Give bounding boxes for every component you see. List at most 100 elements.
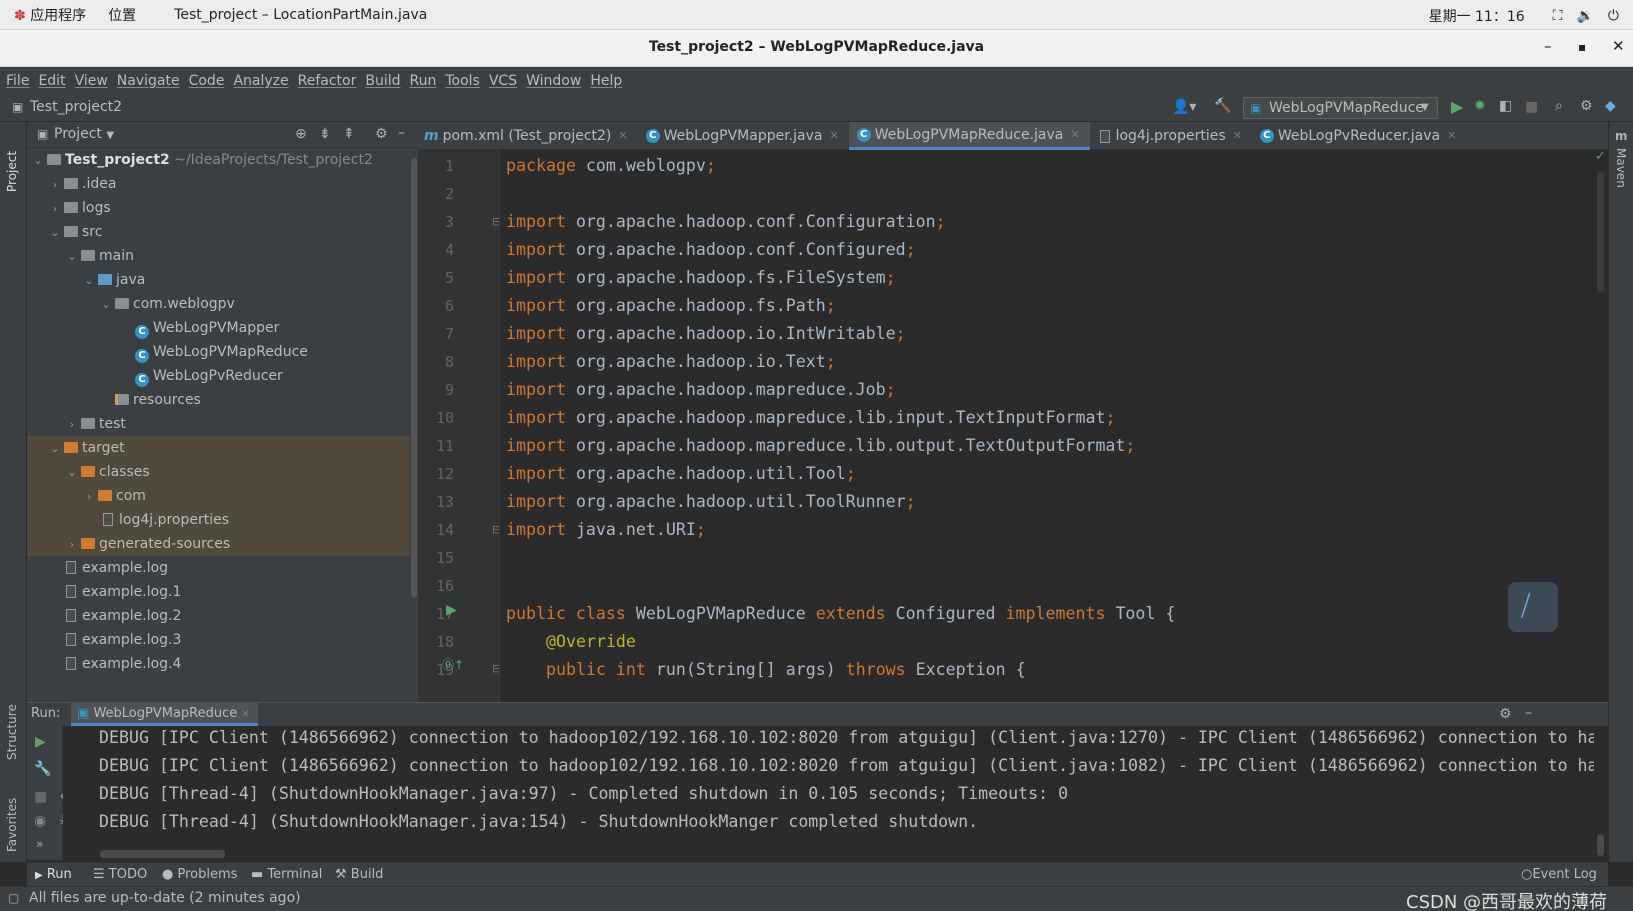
build-hammer-icon[interactable]: 🔨	[1214, 99, 1231, 113]
tab-pom[interactable]: m pom.xml (Test_project2) ✕	[418, 122, 638, 150]
search-icon[interactable]: ⌕	[1555, 99, 1563, 113]
fold-icon[interactable]: ⊟	[492, 524, 499, 535]
tree-item-generated-sources[interactable]: › generated-sources	[27, 532, 417, 556]
settings-gear-icon[interactable]: ⚙	[1580, 99, 1593, 113]
places-menu[interactable]: 位置	[108, 5, 136, 25]
tree-item-log-file[interactable]: example.log	[27, 556, 417, 580]
console-vscroll-thumb[interactable]	[1597, 834, 1604, 856]
tree-item-resources[interactable]: resources	[27, 388, 417, 412]
power-icon[interactable]: ⏻	[1608, 8, 1619, 24]
menu-build[interactable]: Build	[365, 73, 400, 89]
tree-item-log4j[interactable]: log4j.properties	[27, 508, 417, 532]
inspection-ok-icon[interactable]: ✓	[1595, 150, 1606, 163]
user-icon[interactable]: 👤▾	[1172, 100, 1196, 114]
tree-item-class[interactable]: C WebLogPVMapper	[27, 316, 417, 340]
tree-item-java[interactable]: ⌄ java	[27, 268, 417, 292]
code-editor[interactable]: package com.weblogpv; import org.apache.…	[500, 150, 1594, 702]
tree-item-test[interactable]: › test	[27, 412, 417, 436]
console-hscrollbar[interactable]	[63, 850, 1594, 862]
tree-item-idea[interactable]: › .idea	[27, 172, 417, 196]
tree-item-log-file[interactable]: example.log.2	[27, 604, 417, 628]
tree-item-target[interactable]: ⌄ target	[27, 436, 417, 460]
menu-refactor[interactable]: Refactor	[298, 73, 357, 89]
debug-icon[interactable]: ✹	[1474, 99, 1486, 113]
network-icon[interactable]: ⛶	[1553, 8, 1563, 24]
close-tab-icon[interactable]: ✕	[1070, 121, 1079, 149]
camera-icon[interactable]: ◉	[34, 814, 46, 828]
tree-item-class[interactable]: C WebLogPVMapReduce	[27, 340, 417, 364]
run-tab[interactable]: ▣ WebLogPVMapReduce ✕	[71, 703, 258, 726]
tree-item-classes[interactable]: ⌄ classes	[27, 460, 417, 484]
tree-item-main[interactable]: ⌄ main	[27, 244, 417, 268]
tab-reducer[interactable]: C WebLogPvReducer.java ✕	[1252, 122, 1467, 150]
tree-item-src[interactable]: ⌄ src	[27, 220, 417, 244]
run-gutter-icon[interactable]: ▶	[446, 603, 457, 617]
floating-widget[interactable]: ⧸	[1508, 582, 1558, 632]
fold-icon[interactable]: ⊟	[492, 216, 499, 227]
tool-tab-problems[interactable]: ● Problems	[162, 867, 237, 882]
stop-icon[interactable]: ■	[1525, 100, 1538, 114]
override-gutter-icon[interactable]: ⓪↑	[442, 659, 464, 671]
status-panel-icon[interactable]: ▢	[8, 892, 19, 904]
plugin-icon[interactable]: ◆	[1605, 99, 1616, 113]
menu-run[interactable]: Run	[410, 73, 437, 89]
maven-tool-tab[interactable]: Maven	[1614, 148, 1628, 193]
tree-item-project-root[interactable]: ⌄ Test_project2 ~/IdeaProjects/Test_proje…	[27, 148, 417, 172]
stop-icon[interactable]: ■	[34, 790, 47, 804]
rerun-icon[interactable]: ▶	[35, 735, 46, 749]
fold-icon[interactable]: ⊟	[492, 663, 499, 674]
tree-item-class[interactable]: C WebLogPvReducer	[27, 364, 417, 388]
volume-icon[interactable]: 🔉	[1576, 8, 1593, 24]
editor-scrollbar-thumb[interactable]	[1597, 172, 1604, 292]
tree-item-logs[interactable]: › logs	[27, 196, 417, 220]
project-view-select[interactable]: Project ▼	[54, 126, 114, 142]
tool-tab-build[interactable]: ⚒ Build	[335, 867, 383, 882]
tool-tab-todo[interactable]: ☰ TODO	[93, 867, 147, 882]
coverage-icon[interactable]: ◧	[1499, 99, 1512, 113]
menu-code[interactable]: Code	[189, 73, 225, 89]
run-settings-icon[interactable]: ⚙	[1499, 707, 1512, 721]
tab-mapper[interactable]: C WebLogPVMapper.java ✕	[638, 122, 849, 150]
minimize-icon[interactable]: –	[1544, 37, 1552, 55]
console-vscrollbar[interactable]	[1594, 726, 1608, 862]
menu-vcs[interactable]: VCS	[489, 73, 517, 89]
menu-tools[interactable]: Tools	[445, 73, 480, 89]
tree-item-log-file[interactable]: example.log.1	[27, 580, 417, 604]
menu-file[interactable]: File	[6, 73, 29, 89]
modify-config-icon[interactable]: 🔧	[34, 762, 51, 776]
close-tab-icon[interactable]: ✕	[241, 709, 249, 720]
tab-mapreduce[interactable]: C WebLogPVMapReduce.java ✕	[848, 121, 1090, 150]
hide-run-panel-icon[interactable]: –	[1525, 706, 1532, 720]
menu-help[interactable]: Help	[590, 73, 622, 89]
favorites-tool-tab[interactable]: Favorites	[5, 782, 19, 852]
tab-log4j[interactable]: log4j.properties ✕	[1090, 122, 1252, 150]
close-tab-icon[interactable]: ✕	[829, 122, 838, 150]
menu-analyze[interactable]: Analyze	[233, 73, 288, 89]
tool-tab-terminal[interactable]: ▬ Terminal	[251, 867, 322, 882]
locate-icon[interactable]: ⊕	[295, 127, 307, 141]
apps-menu[interactable]: ✽ 应用程序	[14, 5, 86, 25]
close-icon[interactable]: ✕	[1612, 37, 1625, 55]
close-tab-icon[interactable]: ✕	[1233, 122, 1242, 150]
panel-settings-icon[interactable]: ⚙	[375, 127, 388, 141]
menu-navigate[interactable]: Navigate	[117, 73, 180, 89]
structure-tool-tab[interactable]: Structure	[5, 690, 19, 760]
run-config-select[interactable]: ▣ WebLogPVMapReduce ▼	[1243, 97, 1438, 119]
editor-scrollbar[interactable]: ✓	[1594, 150, 1608, 702]
tree-item-com[interactable]: › com	[27, 484, 417, 508]
expand-all-icon[interactable]: ⇟	[319, 127, 331, 141]
hide-panel-icon[interactable]: –	[398, 126, 405, 140]
tree-scrollbar-thumb[interactable]	[411, 158, 417, 598]
menu-edit[interactable]: Edit	[38, 73, 65, 89]
breadcrumb-project[interactable]: Test_project2	[30, 99, 122, 115]
maximize-icon[interactable]: ▪	[1578, 40, 1586, 54]
tool-tab-event-log[interactable]: ○Event Log	[1521, 867, 1597, 882]
run-console-output[interactable]: DEBUG [IPC Client (1486566962) connectio…	[63, 726, 1594, 850]
tree-scrollbar[interactable]	[410, 148, 418, 708]
tree-item-package[interactable]: ⌄ com.weblogpv	[27, 292, 417, 316]
more-icon[interactable]: »	[36, 838, 43, 850]
menu-window[interactable]: Window	[526, 73, 581, 89]
menu-view[interactable]: View	[75, 73, 108, 89]
console-hscroll-thumb[interactable]	[100, 850, 225, 858]
run-icon[interactable]: ▶	[1451, 99, 1463, 115]
